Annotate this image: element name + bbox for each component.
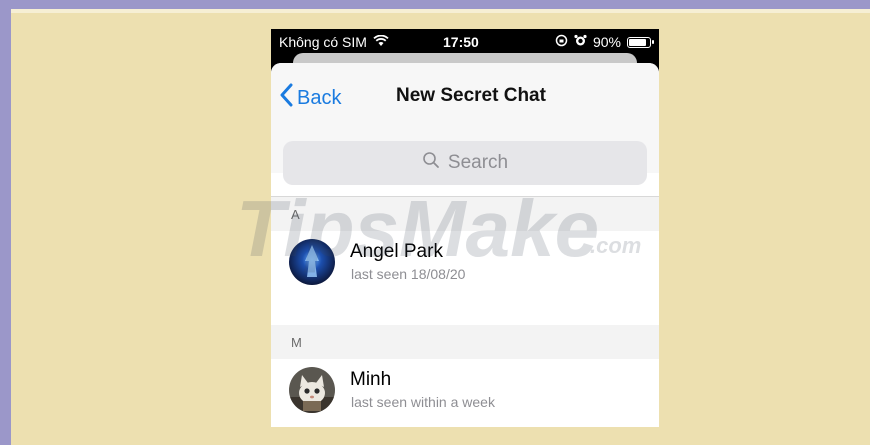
contact-row-minh[interactable]: Minh last seen within a week (271, 359, 659, 421)
section-letter: A (291, 207, 300, 222)
search-placeholder: Search (447, 152, 509, 173)
alarm-icon (574, 34, 587, 50)
modal-sheet: Back New Secret Chat Search A Angel Park… (271, 63, 659, 427)
battery-icon (627, 36, 654, 48)
battery-fill (629, 38, 646, 46)
contact-name: Angel Park (350, 241, 443, 262)
carrier-group: Không có SIM (279, 34, 389, 50)
contact-status: last seen 18/08/20 (351, 266, 466, 282)
avatar (289, 367, 335, 413)
search-input[interactable]: Search (283, 141, 647, 185)
avatar (289, 239, 335, 285)
wifi-icon (373, 34, 389, 50)
lock-rotation-icon (555, 34, 568, 50)
section-header-m: M (271, 325, 659, 359)
status-time: 17:50 (443, 34, 479, 50)
contact-name: Minh (350, 369, 392, 390)
battery-percent: 90% (592, 34, 621, 50)
section-header-a: A (271, 197, 659, 231)
navigation-bar: Back New Secret Chat Search (271, 63, 659, 185)
contact-status: last seen within a week (351, 394, 495, 410)
search-icon (422, 151, 448, 175)
contact-row-angel-park[interactable]: Angel Park last seen 18/08/20 (271, 231, 659, 293)
frame-inner-highlight (11, 9, 870, 13)
page-title: New Secret Chat (396, 85, 546, 106)
carrier-label: Không có SIM (279, 34, 367, 50)
section-letter: M (291, 335, 302, 350)
frame-left-border (0, 0, 11, 445)
frame-top-border (0, 0, 870, 9)
status-right-group: 90% (555, 34, 654, 50)
phone-screen: Không có SIM 17:50 90% Back New Secret C… (271, 29, 659, 427)
